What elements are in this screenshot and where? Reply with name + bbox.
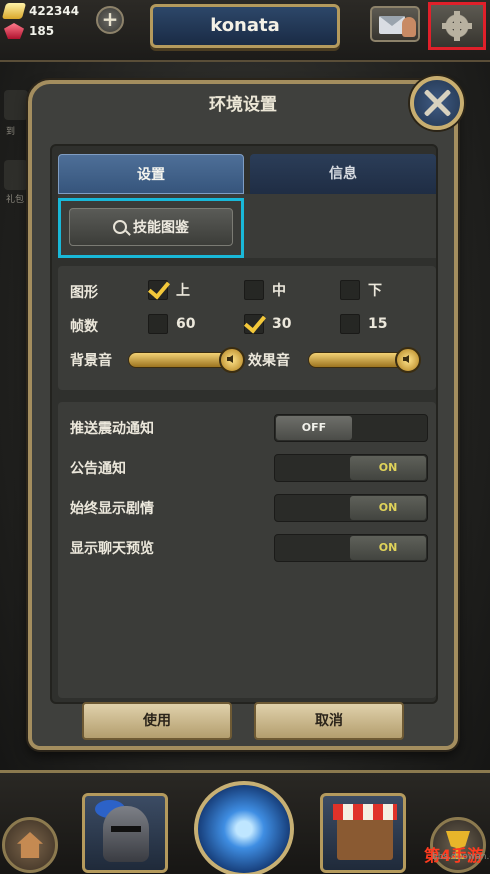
mail-button[interactable] [370,6,420,42]
option-label: 60 [176,316,196,332]
gold-icon [1,3,27,19]
gear-icon [444,11,470,41]
bgm-label: 背景音 [70,353,112,369]
framerate-label: 帧数 [70,319,98,335]
player-name: konata [210,15,280,36]
background-label: 礼包 [6,195,25,205]
dialog-title: 环境设置 [209,95,277,115]
magnifier-icon [113,220,127,234]
display-sound-section: 图形 上 中 下 帧数 60 30 15 背景音 效果音 [58,266,436,390]
nav-shop-button[interactable] [320,793,406,873]
skill-guide-highlight: 技能图鉴 [58,198,244,258]
gem-amount: 185 [29,24,55,38]
background-sidebar: 到 礼包 [0,80,30,680]
sfx-slider[interactable] [308,347,421,373]
option-label: 上 [176,283,190,299]
top-bar: 422344 185 + konata [0,0,490,62]
checkbox-icon[interactable] [148,280,168,300]
framerate-option-60[interactable]: 60 [148,314,195,334]
cancel-button[interactable]: 取消 [254,702,404,740]
checkbox-icon[interactable] [148,314,168,334]
speaker-icon[interactable] [395,347,421,373]
always-show-story-label: 始终显示剧情 [70,501,154,517]
framerate-option-15[interactable]: 15 [340,314,387,334]
gem-icon [4,23,24,39]
close-icon[interactable] [410,76,464,130]
tab-settings[interactable]: 设置 [58,154,244,194]
nav-hero-button[interactable] [82,793,168,873]
background-item-icon [4,90,28,120]
announcement-toggle[interactable]: ON [274,454,428,482]
option-label: 下 [368,283,382,299]
announcement-label: 公告通知 [70,461,126,477]
checkbox-icon[interactable] [340,280,360,300]
gold-amount: 422344 [29,4,80,18]
portal-button[interactable] [194,781,294,874]
chat-preview-toggle[interactable]: ON [274,534,428,562]
framerate-option-30[interactable]: 30 [244,314,291,334]
checkbox-icon[interactable] [244,280,264,300]
push-vibration-toggle[interactable]: OFF [274,414,428,442]
bgm-slider[interactable] [128,347,245,373]
use-button[interactable]: 使用 [82,702,232,740]
background-label: 到 [6,127,16,137]
push-vibration-label: 推送震动通知 [70,421,154,437]
graphics-option-high[interactable]: 上 [148,280,190,300]
toggle-on-button[interactable]: ON [350,456,426,480]
graphics-option-medium[interactable]: 中 [244,280,286,300]
player-name-banner: konata [150,4,340,48]
home-icon[interactable] [2,817,58,873]
gem-counter: 185 [4,22,54,40]
skill-guide-button[interactable]: 技能图鉴 [69,208,233,246]
dialog-content: 设置 信息 技能图鉴 图形 上 中 下 帧数 60 30 15 背景音 效果音 … [50,144,438,704]
skill-guide-label: 技能图鉴 [133,220,189,236]
checkbox-icon[interactable] [244,314,264,334]
watermark-site: bbs.duowan.com [432,852,490,862]
person-icon [402,17,416,37]
helmet-icon [103,806,149,862]
option-label: 15 [368,316,388,332]
toggle-on-button[interactable]: ON [350,536,426,560]
bottom-nav [0,770,490,874]
option-label: 中 [272,283,286,299]
add-currency-button[interactable]: + [96,6,124,34]
chat-preview-label: 显示聊天预览 [70,541,154,557]
settings-dialog: 环境设置 设置 信息 技能图鉴 图形 上 中 下 帧数 60 30 15 背景音… [28,80,458,750]
toggle-on-button[interactable]: ON [350,496,426,520]
background-item-icon [4,160,28,190]
toggle-off-button[interactable]: OFF [276,416,352,440]
speaker-icon[interactable] [219,347,245,373]
graphics-label: 图形 [70,285,98,301]
tab-info[interactable]: 信息 [250,154,436,194]
always-show-story-toggle[interactable]: ON [274,494,428,522]
option-label: 30 [272,316,292,332]
gold-counter: 422344 [1,2,80,20]
checkbox-icon[interactable] [340,314,360,334]
settings-button[interactable] [428,2,486,50]
graphics-option-low[interactable]: 下 [340,280,382,300]
notification-section: 推送震动通知 OFF 公告通知 ON 始终显示剧情 ON 显示聊天预览 ON [58,402,436,698]
shop-icon [333,804,397,860]
sfx-label: 效果音 [248,353,290,369]
